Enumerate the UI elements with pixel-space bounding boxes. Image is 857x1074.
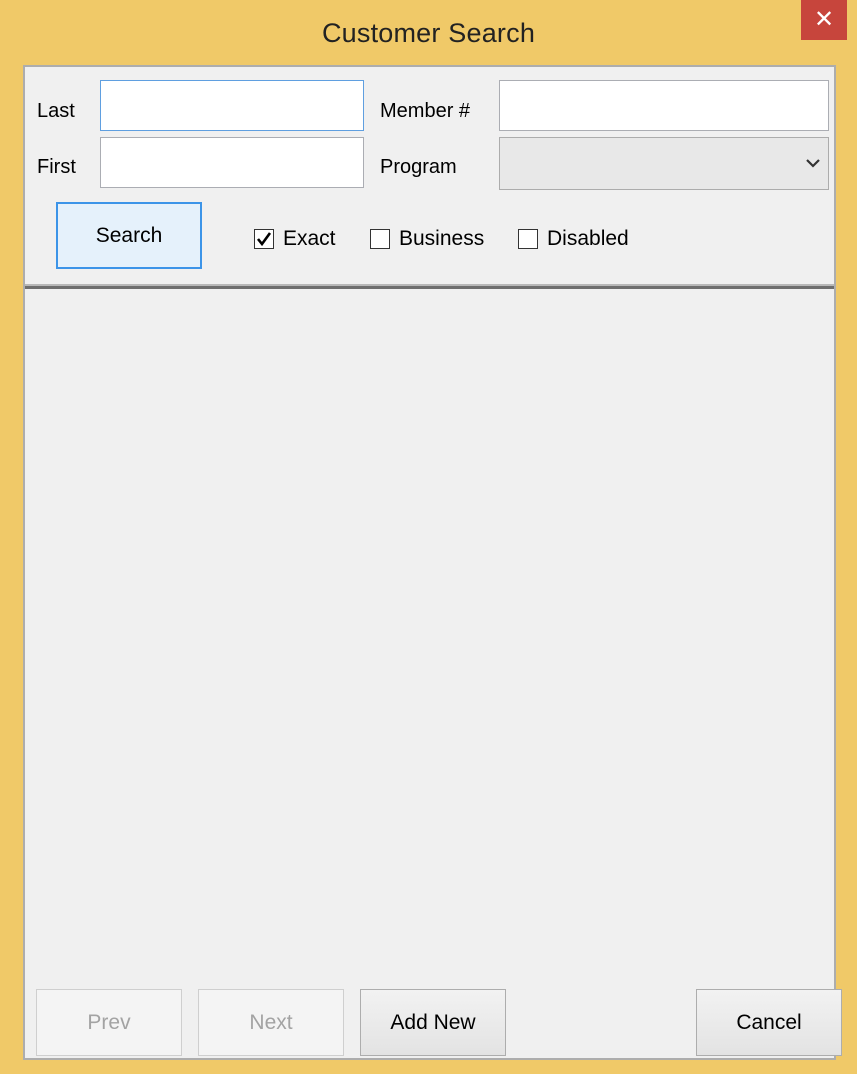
first-name-input[interactable]: [100, 137, 364, 188]
customer-search-window: Customer Search ✕ Last First Member # Pr…: [0, 0, 857, 1074]
last-name-input[interactable]: [100, 80, 364, 131]
exact-label: Exact: [283, 227, 336, 250]
business-label: Business: [399, 227, 485, 250]
add-new-button[interactable]: Add New: [360, 989, 506, 1056]
business-checkbox-box[interactable]: [370, 229, 390, 249]
member-number-label: Member #: [380, 100, 471, 122]
exact-checkbox[interactable]: Exact: [254, 227, 336, 251]
close-icon: ✕: [813, 6, 835, 33]
disabled-checkbox[interactable]: Disabled: [518, 227, 629, 251]
client-area: Last First Member # Program Search Exact: [23, 65, 842, 1060]
business-checkbox[interactable]: Business: [370, 227, 484, 251]
last-label: Last: [37, 100, 75, 122]
search-button[interactable]: Search: [56, 202, 202, 269]
program-select[interactable]: [499, 137, 829, 190]
exact-checkbox-box[interactable]: [254, 229, 274, 249]
cancel-button[interactable]: Cancel: [696, 989, 842, 1056]
first-label: First: [37, 156, 76, 178]
window-title: Customer Search: [321, 18, 536, 48]
disabled-label: Disabled: [547, 227, 629, 250]
close-button[interactable]: ✕: [801, 0, 847, 40]
next-button[interactable]: Next: [198, 989, 344, 1056]
checkmark-icon: [256, 232, 272, 247]
disabled-checkbox-box[interactable]: [518, 229, 538, 249]
program-label: Program: [380, 156, 457, 178]
chevron-down-icon: [806, 152, 820, 173]
member-number-input[interactable]: [499, 80, 829, 131]
prev-button[interactable]: Prev: [36, 989, 182, 1056]
results-area[interactable]: [25, 289, 834, 987]
title-bar[interactable]: Customer Search ✕: [0, 0, 857, 64]
search-panel: Last First Member # Program Search Exact: [25, 67, 834, 284]
